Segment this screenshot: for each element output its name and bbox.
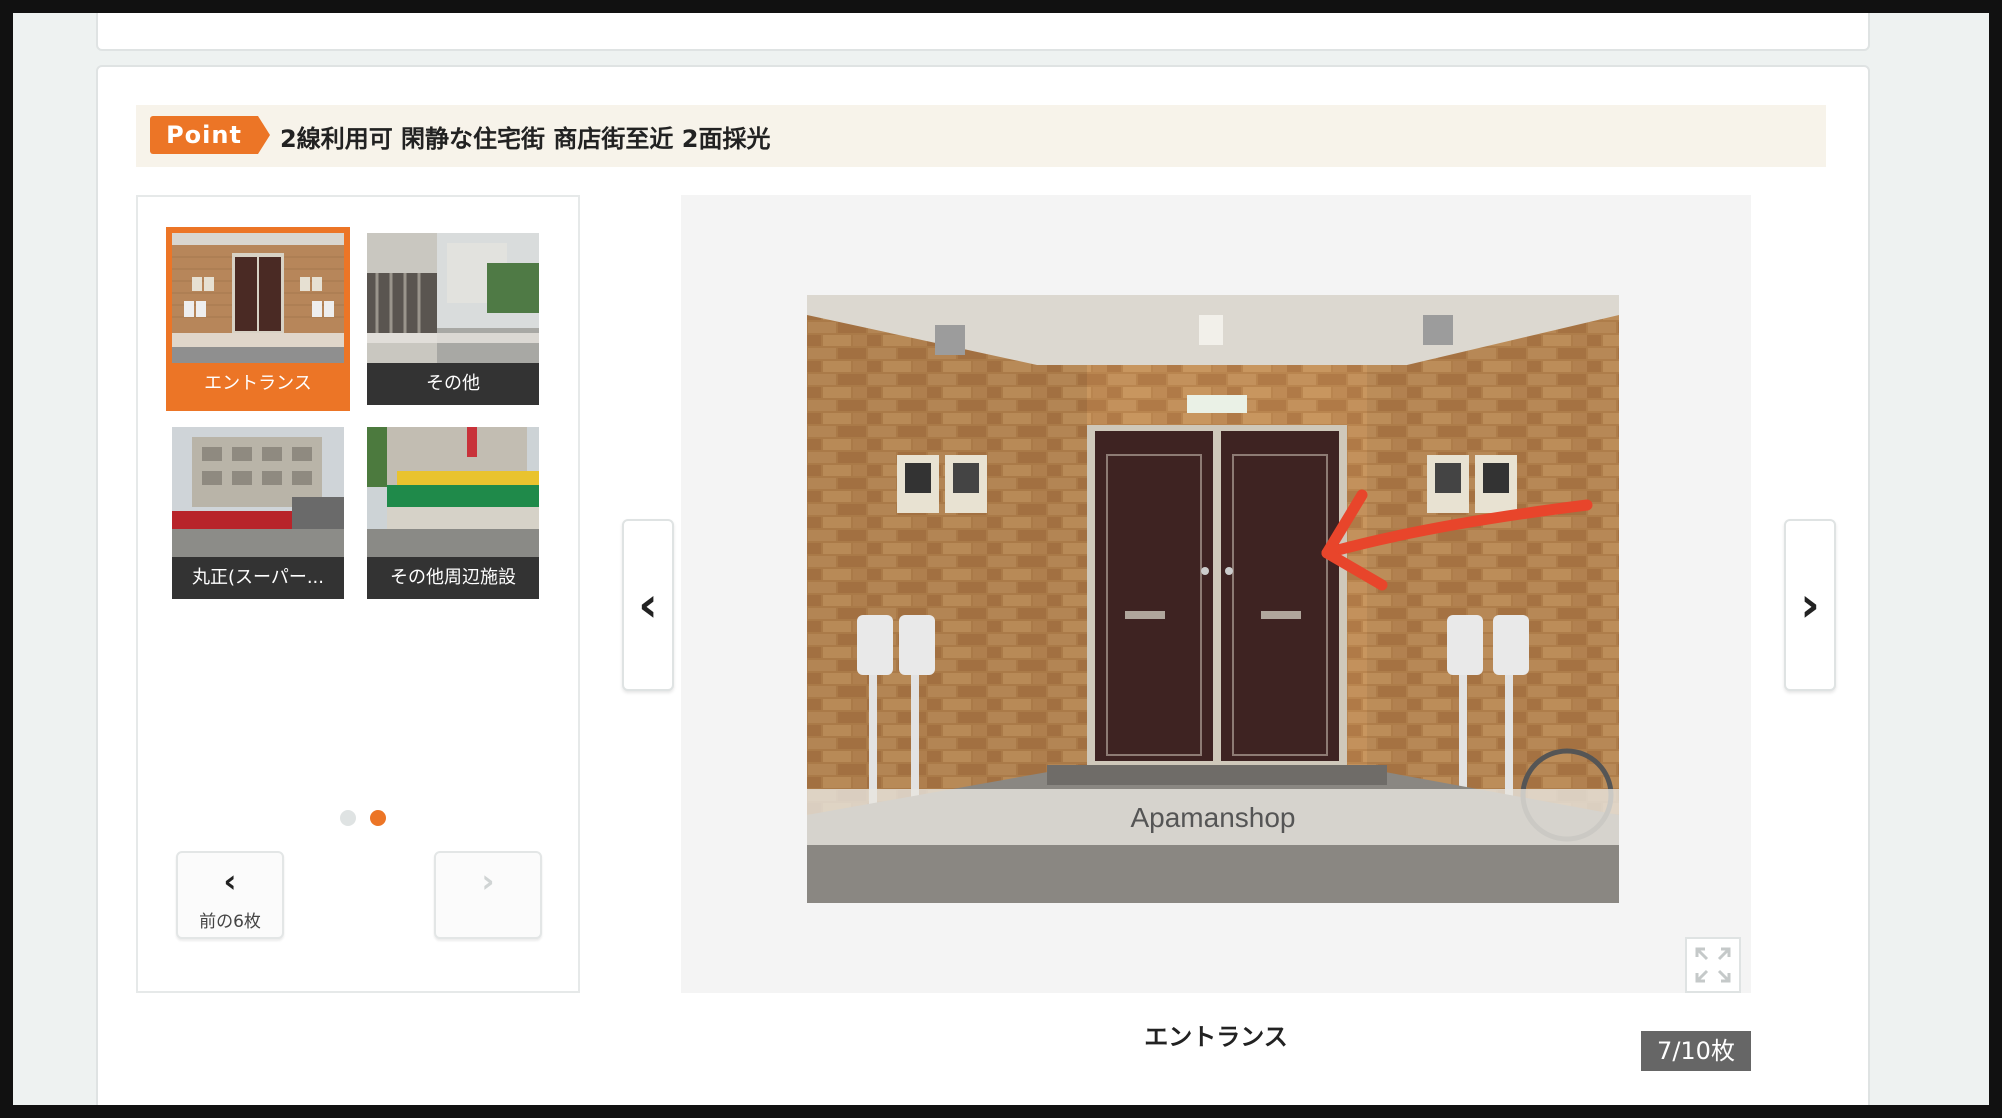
thumbnail-supermarket[interactable]: 丸正(スーパー... (172, 427, 344, 599)
point-text: 2線利用可 閑静な住宅街 商店街至近 2面採光 (280, 125, 771, 153)
thumbnail-image (172, 427, 344, 557)
thumbnail-caption: エントランス (172, 363, 344, 405)
thumbnail-caption: 丸正(スーパー... (172, 557, 344, 599)
chevron-right-icon: › (1800, 577, 1820, 633)
point-badge: Point (150, 116, 270, 154)
main-photo-viewer: Apamanshop (681, 195, 1751, 993)
chevron-left-icon: ‹ (638, 577, 658, 633)
photo-counter: 7/10枚 (1641, 1031, 1751, 1071)
chevron-right-icon: › (481, 862, 495, 900)
watermark-text: Apamanshop (1130, 802, 1295, 833)
previous-six-button[interactable]: ‹ 前の6枚 (176, 851, 284, 939)
expand-button[interactable] (1685, 937, 1741, 993)
thumbnail-caption: その他周辺施設 (367, 557, 539, 599)
photo-next-button[interactable]: › (1784, 519, 1836, 691)
main-photo[interactable]: Apamanshop (807, 295, 1619, 903)
thumbnail-image (367, 233, 539, 363)
thumbnail-caption: その他 (367, 363, 539, 405)
expand-icon (1695, 947, 1731, 983)
next-six-button[interactable]: › (434, 851, 542, 939)
photo-gallery-card: Point 2線利用可 閑静な住宅街 商店街至近 2面採光 エントランス その他… (96, 65, 1870, 1105)
previous-section-card (96, 13, 1870, 51)
photo-prev-button[interactable]: ‹ (622, 519, 674, 691)
page-dot-1[interactable] (340, 810, 356, 826)
thumbnail-panel: エントランス その他 丸正(スーパー... その他周辺施設 ‹ 前の6枚 › (136, 195, 580, 993)
thumbnail-page-dots (340, 810, 400, 826)
thumbnail-nearby-facility[interactable]: その他周辺施設 (367, 427, 539, 599)
photo-caption: エントランス (1144, 1023, 1288, 1051)
page-dot-2[interactable] (370, 810, 386, 826)
thumbnail-entrance[interactable]: エントランス (166, 227, 350, 411)
browser-viewport: Point 2線利用可 閑静な住宅街 商店街至近 2面採光 エントランス その他… (13, 13, 1989, 1105)
thumbnail-image (367, 427, 539, 557)
chevron-left-icon: ‹ (223, 862, 237, 900)
point-banner: Point 2線利用可 閑静な住宅街 商店街至近 2面採光 (136, 105, 1826, 167)
thumbnail-other[interactable]: その他 (367, 233, 539, 405)
thumbnail-image (172, 233, 344, 363)
previous-six-label: 前の6枚 (199, 912, 261, 932)
